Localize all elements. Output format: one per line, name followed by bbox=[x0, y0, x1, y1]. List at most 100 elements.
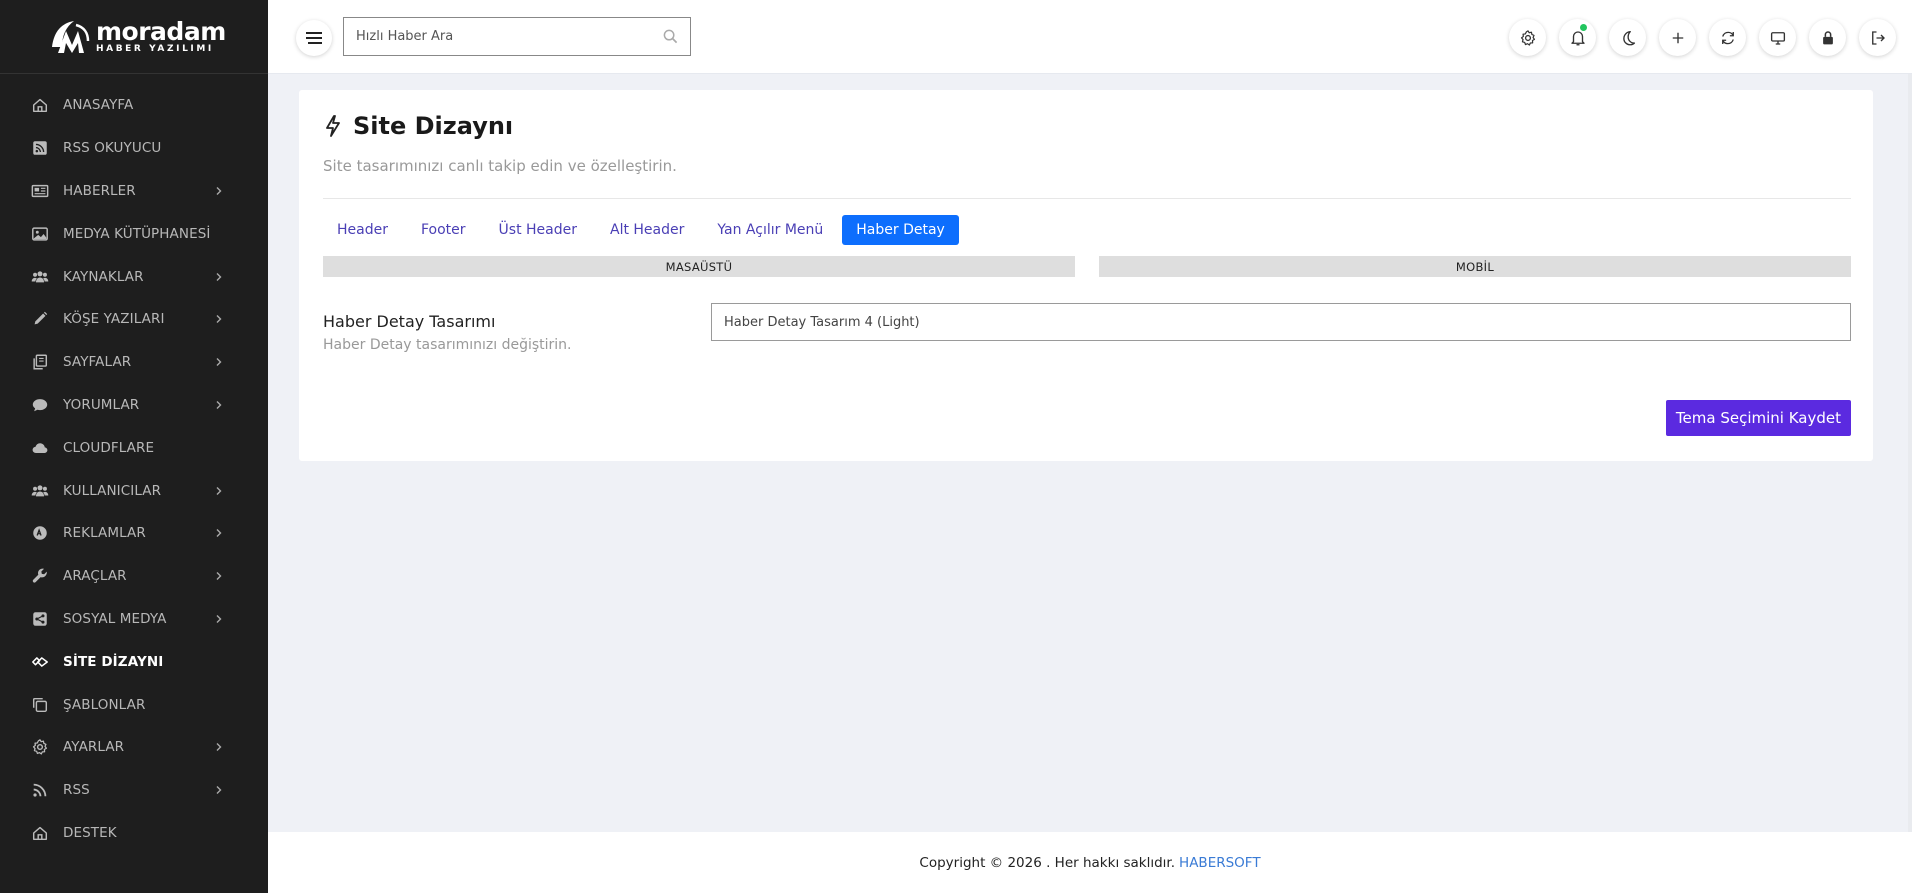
sidebar-item-yorumlar[interactable]: YORUMLAR bbox=[0, 384, 268, 427]
sidebar-item-rss-okuyucu[interactable]: RSS OKUYUCU bbox=[0, 127, 268, 170]
sidebar-item-kullanicilar[interactable]: KULLANICILAR bbox=[0, 469, 268, 512]
notifications-button[interactable] bbox=[1559, 19, 1596, 56]
settings-button[interactable] bbox=[1509, 19, 1546, 56]
sidebar-item-label: HABERLER bbox=[63, 182, 136, 199]
sidebar-item-label: REKLAMLAR bbox=[63, 525, 146, 542]
tab-yan-açılır-menü[interactable]: Yan Açılır Menü bbox=[703, 215, 837, 245]
search-icon[interactable] bbox=[650, 29, 690, 44]
sidebar-item-reklamlar[interactable]: REKLAMLAR bbox=[0, 512, 268, 555]
sidebar-item-cloudflare[interactable]: CLOUDFLARE bbox=[0, 426, 268, 469]
refresh-button[interactable] bbox=[1709, 19, 1746, 56]
preview-site-button[interactable] bbox=[1759, 19, 1796, 56]
cloud-icon bbox=[30, 438, 50, 458]
sidebar-item-label: YORUMLAR bbox=[63, 396, 140, 413]
tab-header[interactable]: Header bbox=[323, 215, 402, 245]
chevron-right-icon bbox=[216, 315, 222, 324]
lightning-icon bbox=[326, 115, 340, 137]
sidebar-item-anasayfa[interactable]: ANASAYFA bbox=[0, 84, 268, 127]
chevron-right-icon bbox=[216, 786, 222, 795]
monitor-icon bbox=[1770, 31, 1785, 45]
sidebar-item-label: RSS OKUYUCU bbox=[63, 140, 162, 157]
sidebar-item-label: SAYFALAR bbox=[63, 354, 132, 371]
footer-brand-link[interactable]: HABERSOFT bbox=[1179, 855, 1261, 871]
lock-button[interactable] bbox=[1809, 19, 1846, 56]
sidebar-item-label: KÖŞE YAZILARI bbox=[63, 311, 165, 328]
search-box bbox=[343, 17, 691, 56]
dark-mode-button[interactable] bbox=[1609, 19, 1646, 56]
divider bbox=[323, 198, 1851, 199]
news-detail-design-select[interactable]: Haber Detay Tasarım 4 (Light) bbox=[711, 303, 1851, 341]
lock-icon bbox=[1822, 30, 1833, 44]
sidebar-item-label: ARAÇLAR bbox=[63, 568, 127, 585]
sidebar-item-label: SİTE DİZAYNI bbox=[63, 653, 164, 670]
sidebar-item-label: RSS bbox=[63, 782, 90, 799]
chevron-right-icon bbox=[216, 614, 222, 623]
sidebar-item-köşe-yazilari[interactable]: KÖŞE YAZILARI bbox=[0, 298, 268, 341]
wrench-icon bbox=[30, 566, 50, 586]
topbar bbox=[268, 0, 1912, 74]
field-label: Haber Detay Tasarımı bbox=[323, 312, 496, 331]
bell-icon bbox=[1570, 30, 1585, 45]
tab-footer[interactable]: Footer bbox=[407, 215, 480, 245]
sidebar-item-medya-kütüphanesi-[interactable]: MEDYA KÜTÜPHANESİ bbox=[0, 212, 268, 255]
search-input[interactable] bbox=[344, 29, 650, 44]
tab-haber-detay[interactable]: Haber Detay bbox=[842, 215, 959, 245]
chevron-right-icon bbox=[216, 486, 222, 495]
add-button[interactable] bbox=[1659, 19, 1696, 56]
site-design-card: Site Dizaynı Site tasarımınızı canlı tak… bbox=[299, 90, 1873, 461]
brand-sub: HABER YAZILIMI bbox=[96, 43, 214, 54]
copyright-text: Copyright © 2026 . Her hakkı saklıdır. bbox=[919, 854, 1176, 871]
sidebar-item-label: KULLANICILAR bbox=[63, 482, 162, 499]
share-icon bbox=[30, 609, 50, 629]
sidebar-item-si-te-di-zayni[interactable]: SİTE DİZAYNI bbox=[0, 640, 268, 683]
sidebar-item-şablonlar[interactable]: ŞABLONLAR bbox=[0, 683, 268, 726]
pages-icon bbox=[30, 352, 50, 372]
tab-alt-header[interactable]: Alt Header bbox=[596, 215, 698, 245]
tab-üst-header[interactable]: Üst Header bbox=[485, 215, 591, 245]
chevron-right-icon bbox=[216, 572, 222, 581]
save-theme-button[interactable]: Tema Seçimini Kaydet bbox=[1665, 400, 1851, 436]
menu-toggle-button[interactable] bbox=[296, 20, 332, 56]
sidebar-item-label: KAYNAKLAR bbox=[63, 268, 144, 285]
device-tab-desktop[interactable]: MASAÜSTÜ bbox=[323, 256, 1075, 277]
plus-icon bbox=[1672, 32, 1683, 43]
notification-dot bbox=[1580, 24, 1587, 31]
logo[interactable]: moradam HABER YAZILIMI bbox=[0, 0, 268, 74]
chevron-right-icon bbox=[216, 272, 222, 281]
home-icon bbox=[30, 823, 50, 843]
field-help: Haber Detay tasarımınızı değiştirin. bbox=[323, 337, 572, 353]
page-title: Site Dizaynı bbox=[323, 112, 513, 140]
footer: Copyright © 2026 . Her hakkı saklıdır. H… bbox=[268, 832, 1912, 893]
chevron-right-icon bbox=[216, 400, 222, 409]
sidebar-item-label: ANASAYFA bbox=[63, 97, 134, 114]
page-title-text: Site Dizaynı bbox=[353, 112, 514, 140]
pen-icon bbox=[30, 309, 50, 329]
sidebar-item-destek[interactable]: DESTEK bbox=[0, 812, 268, 855]
newspaper-icon bbox=[30, 181, 50, 201]
sidebar-item-ayarlar[interactable]: AYARLAR bbox=[0, 726, 268, 769]
brand-name: moradam bbox=[96, 16, 226, 46]
sidebar-item-rss[interactable]: RSS bbox=[0, 769, 268, 812]
logout-button[interactable] bbox=[1859, 19, 1896, 56]
scrollbar[interactable] bbox=[1908, 74, 1912, 832]
sidebar-item-kaynaklar[interactable]: KAYNAKLAR bbox=[0, 255, 268, 298]
moon-icon bbox=[1622, 30, 1635, 45]
sidebar-item-label: CLOUDFLARE bbox=[63, 439, 155, 456]
device-tab-mobile[interactable]: MOBİL bbox=[1099, 256, 1851, 277]
sidebar-item-sayfalar[interactable]: SAYFALAR bbox=[0, 341, 268, 384]
sidebar-item-haberler[interactable]: HABERLER bbox=[0, 170, 268, 213]
refresh-icon bbox=[1721, 31, 1734, 44]
templates-icon bbox=[30, 695, 50, 715]
image-icon bbox=[30, 224, 50, 244]
design-tabs: Header Footer Üst Header Alt Header Yan Açıl… bbox=[323, 215, 959, 245]
ad-icon bbox=[30, 523, 50, 543]
sidebar-item-araçlar[interactable]: ARAÇLAR bbox=[0, 555, 268, 598]
gear-icon bbox=[30, 737, 50, 757]
sidebar-item-sosyal-medya[interactable]: SOSYAL MEDYA bbox=[0, 598, 268, 641]
sidebar: moradam HABER YAZILIMI ANASAYFA RSS OKUYU… bbox=[0, 0, 268, 893]
users-icon bbox=[30, 481, 50, 501]
logo-mark-icon bbox=[48, 17, 92, 57]
sidebar-item-label: MEDYA KÜTÜPHANESİ bbox=[63, 225, 211, 242]
chevron-right-icon bbox=[216, 358, 222, 367]
top-actions bbox=[1509, 19, 1896, 56]
